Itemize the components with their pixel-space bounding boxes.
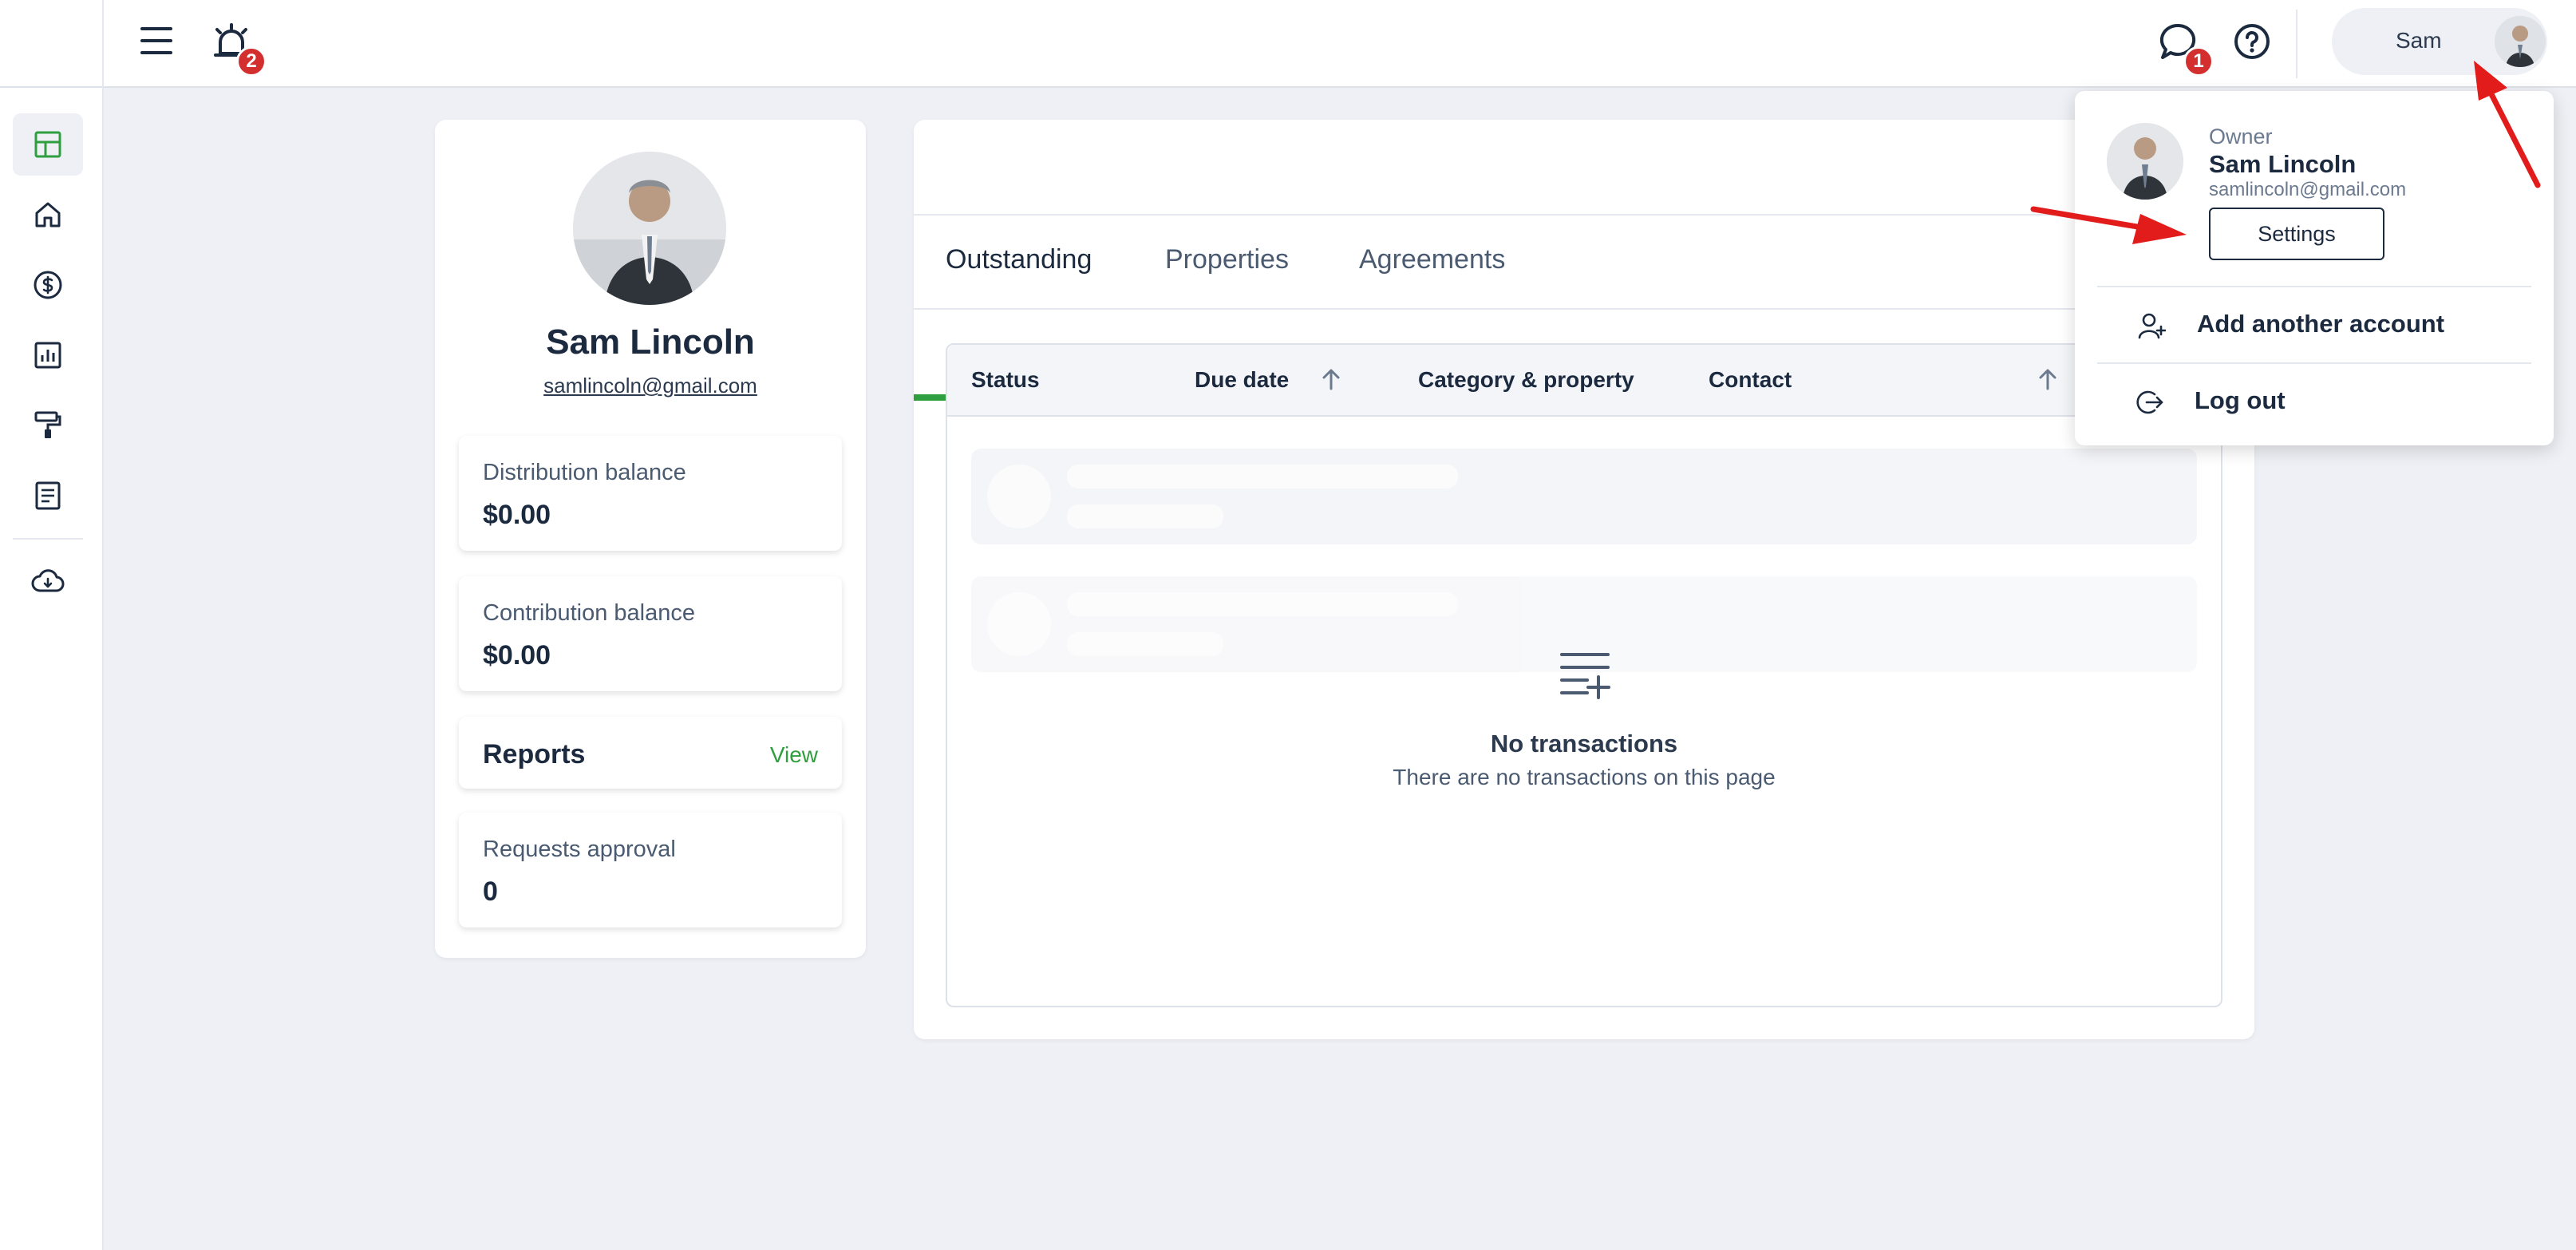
account-email: samlincoln@gmail.com [2209, 179, 2407, 200]
logo-area [0, 0, 104, 88]
placeholder-line [1067, 504, 1223, 528]
top-bar: 2 1 Sam [0, 0, 2576, 88]
requests-approval-card: Requests approval 0 [459, 813, 842, 928]
placeholder-avatar [987, 465, 1051, 528]
loading-placeholder-row [971, 449, 2197, 544]
sidebar-item-home[interactable] [13, 184, 83, 246]
placeholder-line [1067, 632, 1223, 656]
account-name: Sam Lincoln [2209, 150, 2357, 178]
placeholder-avatar [987, 592, 1051, 656]
profile-avatar [573, 152, 726, 305]
notifications-badge: 2 [236, 46, 267, 77]
placeholder-line [1067, 592, 1458, 616]
tab-agreements[interactable]: Agreements [1359, 244, 1505, 275]
column-category-property[interactable]: Category & property [1418, 367, 1634, 393]
sidebar-item-dashboard[interactable] [13, 113, 83, 176]
contribution-balance-value: $0.00 [483, 640, 551, 670]
requests-approval-value: 0 [483, 876, 498, 907]
profile-name: Sam Lincoln [546, 322, 755, 362]
column-due-date[interactable]: Due date [1195, 367, 1289, 393]
distribution-balance-card: Distribution balance $0.00 [459, 436, 842, 551]
column-status[interactable]: Status [971, 367, 1040, 393]
document-icon [35, 481, 61, 510]
sidebar-item-download[interactable] [13, 551, 83, 613]
distribution-balance-value: $0.00 [483, 500, 551, 530]
settings-button[interactable]: Settings [2209, 208, 2384, 260]
logout-menu-item[interactable]: Log out [2097, 364, 2531, 437]
user-avatar [2495, 16, 2546, 67]
sidebar [0, 88, 104, 1250]
user-menu-button[interactable]: Sam [2332, 8, 2547, 75]
sidebar-divider [13, 538, 83, 540]
logout-icon [2135, 388, 2164, 421]
sidebar-item-finance[interactable] [13, 254, 83, 316]
sort-up-icon[interactable] [1321, 367, 1341, 395]
contribution-balance-card: Contribution balance $0.00 [459, 576, 842, 691]
cloud-download-icon [31, 569, 65, 592]
reports-view-link[interactable]: View [770, 742, 818, 768]
reports-card: Reports View [459, 717, 842, 789]
reports-label: Reports [483, 739, 586, 769]
transactions-table: Status Due date Category & property Cont… [946, 343, 2222, 1007]
add-account-menu-item[interactable]: Add another account [2097, 287, 2531, 361]
tab-properties[interactable]: Properties [1165, 244, 1289, 275]
sidebar-item-maintenance[interactable] [13, 394, 83, 457]
profile-email-link[interactable]: samlincoln@gmail.com [435, 374, 866, 398]
header-divider [2296, 10, 2297, 78]
sidebar-item-reports[interactable] [13, 324, 83, 386]
placeholder-line [1067, 465, 1458, 489]
distribution-balance-label: Distribution balance [483, 460, 686, 485]
contribution-balance-label: Contribution balance [483, 600, 696, 626]
tab-outstanding[interactable]: Outstanding [946, 244, 1092, 275]
empty-state-subtitle: There are no transactions on this page [1393, 765, 1776, 789]
messages-badge: 1 [2183, 46, 2214, 77]
menu-icon[interactable] [136, 20, 177, 61]
account-role: Owner [2209, 125, 2273, 148]
dollar-icon [34, 271, 62, 299]
paint-roller-icon [34, 411, 61, 438]
add-account-label: Add another account [2197, 310, 2445, 338]
column-contact[interactable]: Contact [1709, 367, 1792, 393]
sort-up-icon[interactable] [2037, 367, 2058, 395]
user-short-name: Sam [2396, 28, 2442, 53]
dropdown-avatar [2107, 123, 2183, 200]
home-icon [35, 202, 61, 227]
sidebar-item-documents[interactable] [13, 465, 83, 527]
user-dropdown-menu: Owner Sam Lincoln samlincoln@gmail.com S… [2075, 91, 2554, 445]
table-header: Status Due date Category & property Cont… [947, 345, 2221, 417]
logout-label: Log out [2195, 386, 2286, 414]
chart-icon [34, 342, 61, 369]
empty-state-title: No transactions [1490, 730, 1678, 758]
profile-card: Sam Lincoln samlincoln@gmail.com Distrib… [435, 120, 866, 958]
transactions-card: Outstanding Properties Agreements Status… [914, 120, 2254, 1039]
help-icon[interactable] [2228, 18, 2276, 65]
add-user-icon [2137, 311, 2167, 344]
tab-bar: Outstanding Properties Agreements [914, 214, 2254, 401]
requests-approval-label: Requests approval [483, 837, 676, 862]
dashboard-icon [34, 131, 61, 158]
add-list-icon [1559, 650, 1611, 705]
